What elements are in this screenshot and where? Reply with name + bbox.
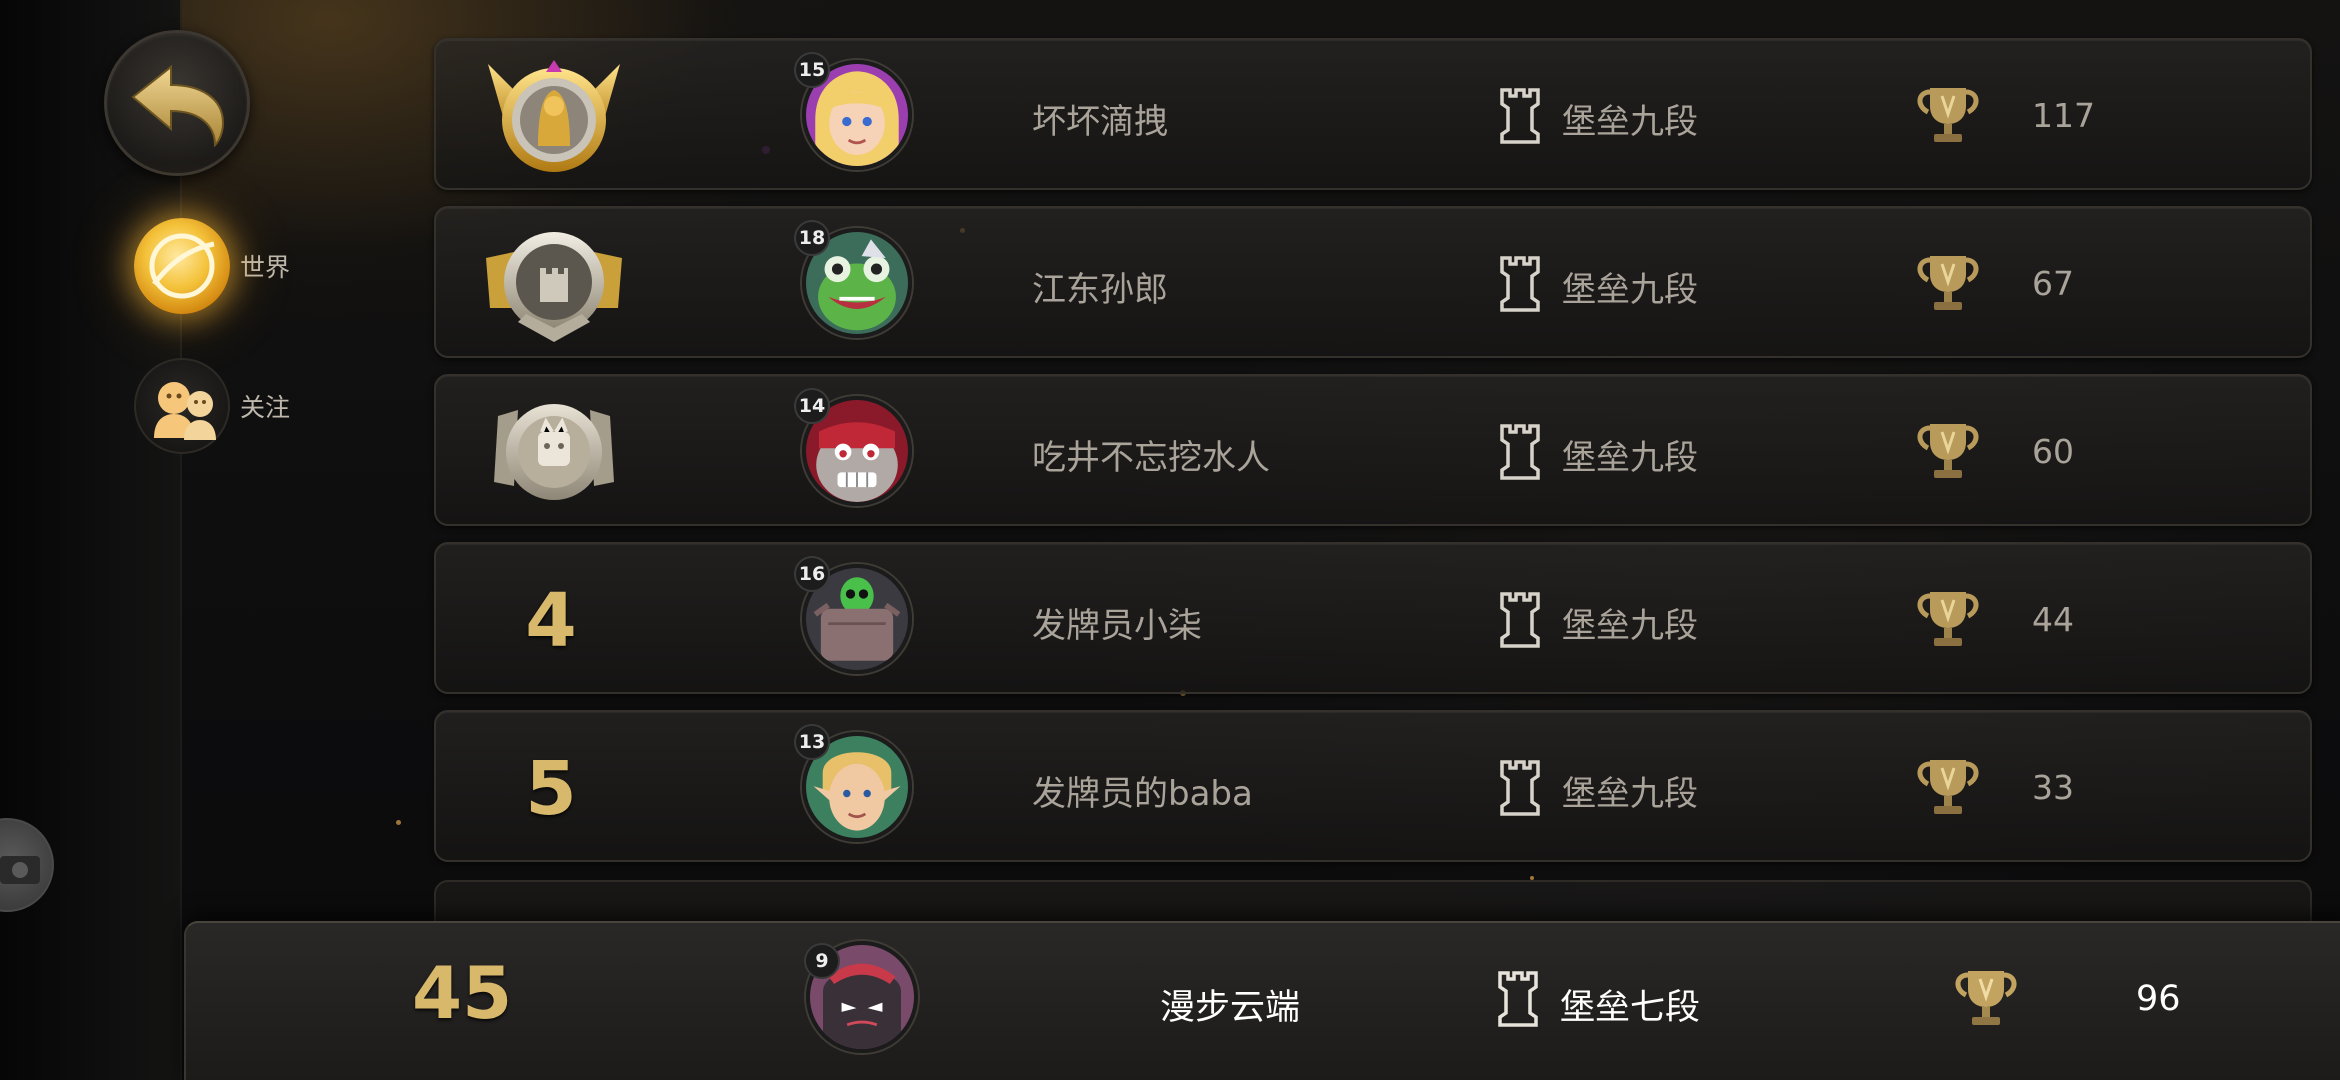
- level-badge: 13: [794, 724, 830, 760]
- trophy-icon: [1917, 760, 1979, 814]
- screenshot-button[interactable]: [0, 818, 54, 912]
- score-value: 117: [2032, 96, 2095, 135]
- back-button[interactable]: [104, 30, 250, 176]
- level-badge: 14: [794, 388, 830, 424]
- tab-follow-label: 关注: [240, 393, 291, 422]
- player-name: 发牌员的baba: [1032, 774, 1253, 814]
- tier-label: 堡垒九段: [1562, 270, 1698, 310]
- tab-world[interactable]: 世界: [134, 218, 290, 314]
- back-arrow-icon: [131, 64, 225, 147]
- level-badge: 16: [794, 556, 830, 592]
- my-player-name: 漫步云端: [1160, 988, 1301, 1028]
- player-name: 坏坏滴拽: [1032, 102, 1168, 142]
- trophy-icon: [1917, 424, 1979, 478]
- tier-label: 堡垒九段: [1562, 102, 1698, 142]
- trophy-icon: [1917, 256, 1979, 310]
- castle-tower-icon: [1500, 760, 1540, 816]
- player-name: 吃井不忘挖水人: [1032, 438, 1270, 478]
- leaderboard-row[interactable]: 14 吃井不忘挖水人 堡垒九段 60: [434, 374, 2312, 526]
- my-level-badge: 9: [804, 943, 840, 979]
- tier-label: 堡垒九段: [1562, 606, 1698, 646]
- trophy-icon: [1917, 88, 1979, 142]
- sparkle: [396, 820, 401, 825]
- rank-number: 5: [525, 746, 577, 832]
- tier-label: 堡垒九段: [1562, 438, 1698, 478]
- my-rank-bar[interactable]: 45 9 漫步云端 堡垒七段 96: [184, 921, 2340, 1080]
- my-rank-number: 45: [412, 951, 513, 1035]
- tier-label: 堡垒九段: [1562, 774, 1698, 814]
- trophy-icon: [1917, 592, 1979, 646]
- my-tier-label: 堡垒七段: [1560, 988, 1701, 1028]
- score-value: 33: [2032, 768, 2074, 807]
- leaderboard-row[interactable]: 18 江东孙郎 堡垒九段 67: [434, 206, 2312, 358]
- friends-icon: [134, 358, 230, 454]
- camera-icon: [0, 856, 40, 884]
- score-value: 60: [2032, 432, 2074, 471]
- leaderboard-screen: 世界 关注 15 坏坏滴拽 堡垒九段 117 18 江东孙郎 堡垒九段 67 1…: [0, 0, 2340, 1080]
- player-name: 发牌员小柒: [1032, 606, 1202, 646]
- gold-rank-badge-icon: [488, 60, 620, 172]
- castle-tower-icon: [1500, 592, 1540, 648]
- leaderboard-row[interactable]: 4 16 发牌员小柒 堡垒九段 44: [434, 542, 2312, 694]
- score-value: 44: [2032, 600, 2074, 639]
- tab-follow[interactable]: 关注: [134, 358, 290, 454]
- world-planet-icon: [134, 218, 230, 314]
- trophy-icon: [1955, 971, 2017, 1025]
- castle-tower-icon: [1500, 256, 1540, 312]
- castle-tower-icon: [1500, 424, 1540, 480]
- player-name: 江东孙郎: [1032, 270, 1168, 310]
- my-score-value: 96: [2136, 979, 2181, 1019]
- leaderboard-row[interactable]: 5 13 发牌员的baba 堡垒九段 33: [434, 710, 2312, 862]
- level-badge: 15: [794, 52, 830, 88]
- rank-number: 4: [525, 578, 577, 664]
- castle-tower-icon: [1498, 971, 1538, 1027]
- silver-rank-badge-icon: [486, 232, 622, 342]
- level-badge: 18: [794, 220, 830, 256]
- bronze-rank-badge-icon: [494, 404, 614, 500]
- score-value: 67: [2032, 264, 2074, 303]
- castle-tower-icon: [1500, 88, 1540, 144]
- leaderboard-row[interactable]: 15 坏坏滴拽 堡垒九段 117: [434, 38, 2312, 190]
- tab-world-label: 世界: [240, 253, 291, 282]
